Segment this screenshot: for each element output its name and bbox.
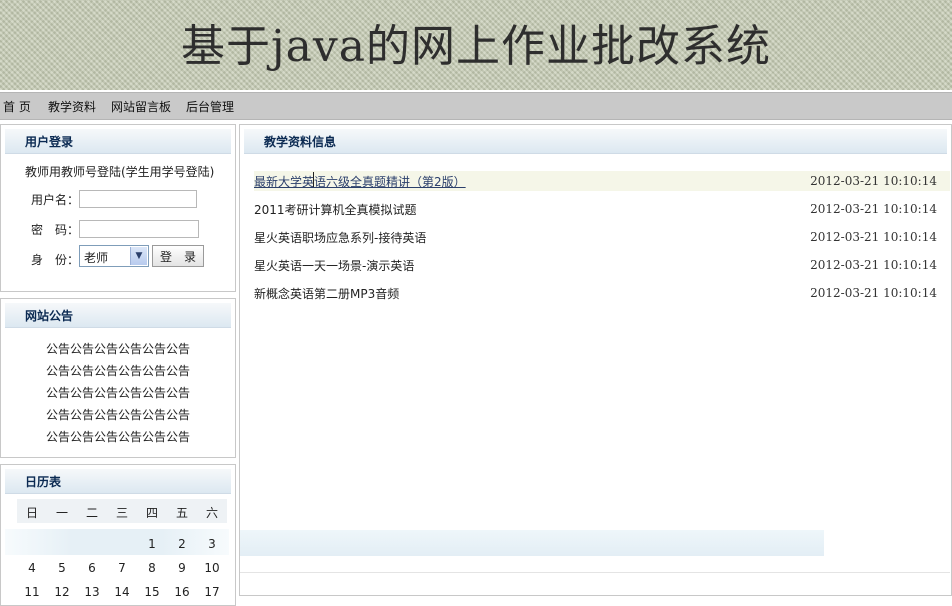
calendar-day[interactable]: 14: [107, 585, 137, 599]
calendar-day[interactable]: 7: [107, 561, 137, 575]
notice-panel: 网站公告 公告公告公告公告公告公告 公告公告公告公告公告公告 公告公告公告公告公…: [0, 298, 236, 458]
weekday-label: 一: [55, 506, 68, 520]
resources-panel-title: 教学资料信息: [264, 135, 337, 149]
username-label: 用户名：: [31, 193, 80, 207]
resource-date: 2012-03-21 10:10:14: [810, 174, 937, 188]
role-select[interactable]: 老师 ▼: [79, 245, 149, 267]
resource-link[interactable]: 新概念英语第二册MP3音频: [254, 285, 399, 302]
notice-line: 公告公告公告公告公告公告: [45, 342, 190, 356]
weekday-label: 四: [145, 506, 158, 520]
weekday-label: 六: [205, 506, 218, 520]
calendar-day[interactable]: 17: [197, 585, 227, 599]
top-nav: 首 页 教学资料 网站留言板 后台管理: [0, 92, 952, 120]
resource-date: 2012-03-21 10:10:14: [810, 286, 937, 300]
username-input[interactable]: [79, 190, 197, 208]
calendar-day[interactable]: 15: [137, 585, 167, 599]
calendar-panel-title: 日历表: [25, 475, 62, 489]
calendar-day[interactable]: 4: [17, 561, 47, 575]
weekday-label: 二: [85, 506, 98, 520]
site-title: 基于java的网上作业批改系统: [181, 21, 771, 72]
resource-date: 2012-03-21 10:10:14: [810, 230, 937, 244]
resource-link[interactable]: 星火英语一天一场景-演示英语: [254, 257, 414, 274]
weekday-label: 日: [25, 506, 38, 520]
password-input[interactable]: [79, 220, 199, 238]
calendar-day[interactable]: 10: [197, 561, 227, 575]
notice-line: 公告公告公告公告公告公告: [45, 386, 190, 400]
calendar-panel: 日历表 日 一 二 三 四 五 六 1 2 3 4 5 6 7 8 9 10 1…: [0, 464, 236, 606]
nav-message-board[interactable]: 网站留言板: [111, 98, 171, 115]
resources-panel-header: 教学资料信息: [244, 129, 947, 154]
resources-panel: 教学资料信息 最新大学英语六级全真题精讲（第2版） 2012-03-21 10:…: [239, 124, 952, 596]
calendar-day[interactable]: 12: [47, 585, 77, 599]
calendar-day[interactable]: 1: [137, 537, 167, 551]
notice-panel-header: 网站公告: [5, 303, 231, 328]
nav-home[interactable]: 首 页: [3, 98, 31, 115]
notice-line: 公告公告公告公告公告公告: [45, 408, 190, 422]
notice-line: 公告公告公告公告公告公告: [45, 430, 190, 444]
calendar-day[interactable]: 6: [77, 561, 107, 575]
resource-date: 2012-03-21 10:10:14: [810, 202, 937, 216]
calendar-day[interactable]: 8: [137, 561, 167, 575]
site-banner: 基于java的网上作业批改系统: [0, 0, 952, 90]
login-panel-header: 用户登录: [5, 129, 231, 154]
resource-link[interactable]: 2011考研计算机全真模拟试题: [254, 201, 417, 218]
resource-link[interactable]: 最新大学英语六级全真题精讲（第2版）: [254, 173, 466, 190]
nav-admin[interactable]: 后台管理: [186, 98, 234, 115]
calendar-day[interactable]: 5: [47, 561, 77, 575]
chevron-down-icon[interactable]: ▼: [130, 247, 147, 265]
calendar-day[interactable]: 9: [167, 561, 197, 575]
calendar-day[interactable]: 13: [77, 585, 107, 599]
calendar-weekday-header: 日 一 二 三 四 五 六: [17, 499, 227, 523]
decorative-band: [240, 530, 824, 556]
login-panel-title: 用户登录: [25, 135, 74, 149]
divider: [240, 572, 950, 573]
calendar-day[interactable]: 3: [197, 537, 227, 551]
nav-teaching-materials[interactable]: 教学资料: [48, 98, 96, 115]
login-panel: 用户登录 教师用教师号登陆(学生用学号登陆) 用户名： 密 码： 身 份： 老师…: [0, 124, 236, 292]
calendar-panel-header: 日历表: [5, 469, 231, 494]
role-selected-value: 老师: [84, 251, 109, 265]
calendar-day[interactable]: 2: [167, 537, 197, 551]
calendar-day[interactable]: 16: [167, 585, 197, 599]
resource-date: 2012-03-21 10:10:14: [810, 258, 937, 272]
weekday-label: 三: [115, 506, 128, 520]
text-cursor-icon: [313, 172, 314, 187]
weekday-label: 五: [175, 506, 188, 520]
role-label: 身 份：: [31, 253, 80, 267]
calendar-day[interactable]: 11: [17, 585, 47, 599]
password-label: 密 码：: [31, 223, 80, 237]
notice-panel-title: 网站公告: [25, 309, 74, 323]
login-button[interactable]: 登 录: [152, 245, 204, 267]
notice-line: 公告公告公告公告公告公告: [45, 364, 190, 378]
resource-link[interactable]: 星火英语职场应急系列-接待英语: [254, 229, 426, 246]
login-hint: 教师用教师号登陆(学生用学号登陆): [25, 165, 215, 179]
